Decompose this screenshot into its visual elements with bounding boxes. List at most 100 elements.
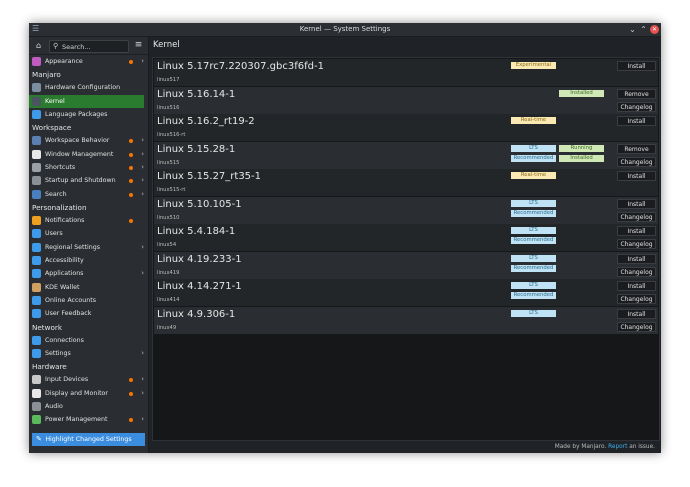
sidebar-item-appearance[interactable]: Appearance › [29, 55, 148, 68]
sidebar-item-startup-and-shutdown[interactable]: Startup and Shutdown › [29, 174, 148, 187]
kernel-row: Linux 5.15.28-1 linux515 LTS Recommended Run… [154, 141, 658, 169]
sidebar-item-label: Startup and Shutdown [45, 177, 116, 185]
changelog-button[interactable]: Changelog [617, 266, 656, 277]
chevron-right-icon: › [141, 176, 144, 185]
sidebar-item-language-packages[interactable]: Language Packages [29, 108, 148, 121]
sidebar-item-display-and-monitor[interactable]: Display and Monitor › [29, 387, 148, 400]
sidebar-item-label: Input Devices [45, 376, 89, 384]
real-time-badge: Real-time [511, 117, 556, 124]
sidebar-item-label: Search [45, 190, 67, 198]
remove-button[interactable]: Remove [617, 143, 656, 154]
sidebar-item-workspace-behavior[interactable]: Workspace Behavior › [29, 134, 148, 147]
chevron-right-icon: › [141, 415, 144, 424]
install-button[interactable]: Install [617, 61, 656, 71]
sidebar-item-label: Audio [45, 402, 63, 410]
kernel-row: Linux 5.15.27_rt35-1 linux515-rt Real-time… [154, 169, 658, 196]
sidebar-item-label: User Feedback [45, 310, 92, 318]
sidebar-item-label: Language Packages [45, 110, 108, 118]
lts-badge: LTS [511, 282, 556, 289]
footer: Made by Manjaro. Report an issue. [555, 444, 655, 450]
chevron-right-icon: › [141, 242, 144, 251]
kernel-row: Linux 5.17rc7.220307.gbc3f6fd-1 linux517 E… [154, 59, 658, 86]
kernel-package: linux414 [157, 297, 180, 303]
sidebar-item-kde-wallet[interactable]: KDE Wallet [29, 281, 148, 294]
close-icon[interactable]: ✕ [650, 25, 659, 34]
highlight-changed-settings-button[interactable]: ✎ Highlight Changed Settings [32, 433, 145, 446]
sidebar-item-users[interactable]: Users [29, 227, 148, 240]
install-button[interactable]: Install [617, 308, 656, 319]
sidebar-item-window-management[interactable]: Window Management › [29, 148, 148, 161]
kernel-name: Linux 5.10.105-1 [157, 198, 242, 210]
kernel-name: Linux 5.17rc7.220307.gbc3f6fd-1 [157, 61, 324, 72]
shortcuts-icon [32, 162, 41, 172]
minimize-icon[interactable]: ⌄ [628, 25, 637, 34]
user-feedback-icon [32, 309, 41, 319]
sidebar-item-label: Kernel [45, 97, 65, 105]
sidebar-item-audio[interactable]: Audio [29, 400, 148, 413]
home-icon[interactable]: ⌂ [33, 40, 44, 51]
kde-wallet-icon [32, 282, 41, 292]
install-button[interactable]: Install [617, 116, 656, 126]
appearance-icon [32, 57, 41, 66]
changelog-button[interactable]: Changelog [617, 101, 656, 112]
search-box[interactable]: ⚲ [49, 40, 129, 53]
changed-indicator-icon [129, 378, 133, 383]
changelog-button[interactable]: Changelog [617, 294, 656, 304]
changed-indicator-icon [129, 60, 133, 64]
title-bar: ☰ Kernel — System Settings ⌄ ⌃ ✕ [29, 23, 661, 37]
changed-indicator-icon [129, 418, 133, 423]
recommended-badge: Recommended [511, 237, 556, 244]
changelog-button[interactable]: Changelog [617, 211, 656, 222]
kernel-name: Linux 5.4.184-1 [157, 226, 236, 237]
recommended-badge: Recommended [511, 264, 556, 272]
sidebar-item-accessibility[interactable]: Accessibility [29, 254, 148, 267]
remove-button[interactable]: Remove [617, 88, 656, 99]
kernel-list: Linux 5.17rc7.220307.gbc3f6fd-1 linux517 E… [152, 57, 660, 441]
install-button[interactable]: Install [617, 171, 656, 181]
sidebar-item-settings[interactable]: Settings › [29, 347, 148, 360]
sidebar-item-connections[interactable]: Connections [29, 334, 148, 347]
sidebar-item-hardware-configuration[interactable]: Hardware Configuration [29, 81, 148, 94]
changelog-button[interactable]: Changelog [617, 156, 656, 167]
install-button[interactable]: Install [617, 253, 656, 264]
applications-icon [32, 269, 41, 279]
changelog-button[interactable]: Changelog [617, 239, 656, 249]
sidebar-item-label: Display and Monitor [45, 389, 108, 397]
sidebar-item-user-feedback[interactable]: User Feedback [29, 307, 148, 320]
sidebar-item-input-devices[interactable]: Input Devices › [29, 373, 148, 386]
hamburger-menu-icon[interactable]: ≡ [133, 40, 144, 51]
kernel-package: linux516 [157, 104, 180, 111]
install-button[interactable]: Install [617, 198, 656, 209]
install-button[interactable]: Install [617, 281, 656, 291]
users-icon [32, 229, 41, 239]
section-header: Personalization [32, 202, 87, 212]
sidebar-item-shortcuts[interactable]: Shortcuts › [29, 161, 148, 174]
sidebar-item-search[interactable]: Search › [29, 188, 148, 201]
sidebar-item-online-accounts[interactable]: Online Accounts [29, 294, 148, 307]
changelog-button[interactable]: Changelog [617, 321, 656, 332]
lts-badge: LTS [511, 199, 556, 207]
search-icon: ⚲ [53, 42, 59, 50]
kernel-package: linux517 [157, 77, 180, 83]
regional-settings-icon [32, 242, 41, 252]
kernel-name: Linux 5.16.14-1 [157, 88, 236, 100]
kernel-package: linux510 [157, 214, 180, 221]
chevron-right-icon: › [141, 162, 144, 171]
kernel-package: linux419 [157, 269, 180, 276]
report-link[interactable]: Report [608, 444, 627, 450]
sidebar-item-kernel[interactable]: Kernel [29, 94, 144, 108]
sidebar-item-regional-settings[interactable]: Regional Settings › [29, 241, 148, 254]
lts-badge: LTS [511, 144, 556, 152]
search-input[interactable] [62, 41, 124, 52]
install-button[interactable]: Install [617, 226, 656, 236]
chevron-right-icon: › [141, 189, 144, 198]
kernel-name: Linux 5.15.28-1 [157, 143, 236, 155]
sidebar-item-applications[interactable]: Applications › [29, 267, 148, 280]
sidebar-item-notifications[interactable]: Notifications [29, 214, 148, 227]
kernel-package: linux515-rt [157, 187, 186, 193]
sidebar-item-power-management[interactable]: Power Management › [29, 413, 148, 426]
kernel-row: Linux 4.9.306-1 linux49 LTS Install Changelo… [154, 306, 658, 334]
input-devices-icon [32, 375, 41, 385]
maximize-icon[interactable]: ⌃ [639, 25, 648, 34]
section-header: Workspace [32, 123, 72, 133]
